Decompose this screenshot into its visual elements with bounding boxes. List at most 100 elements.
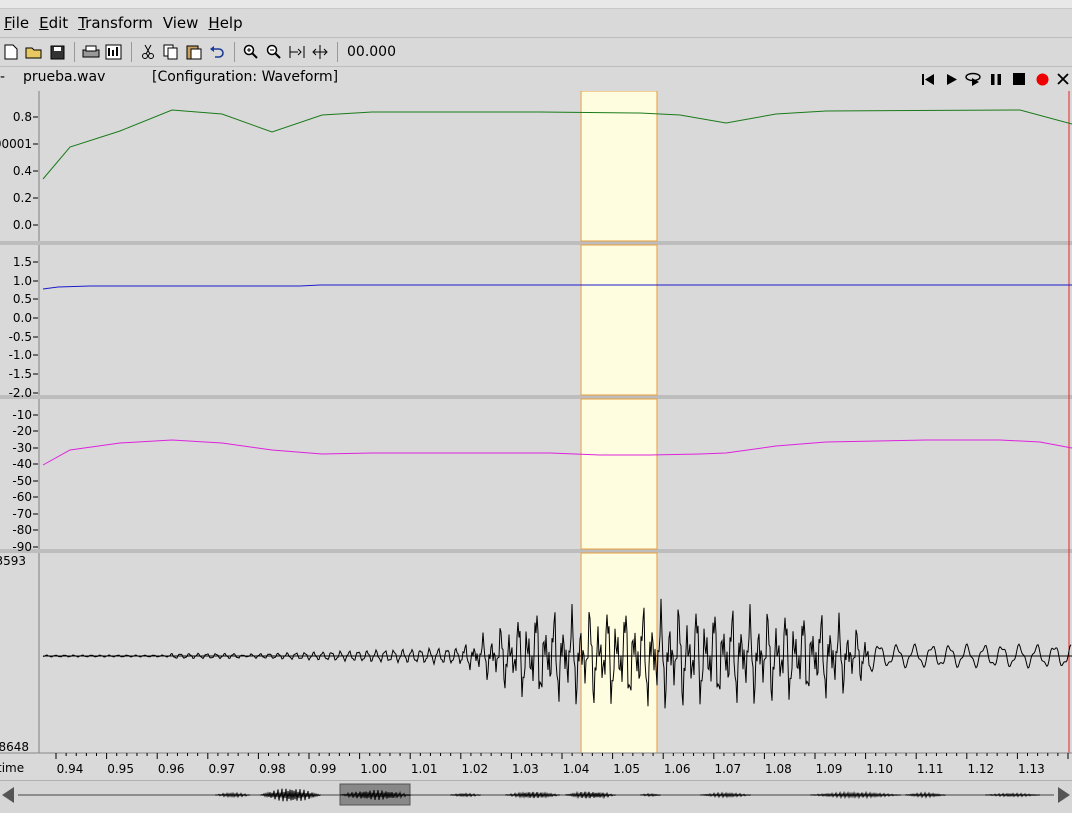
window-top-strip	[0, 0, 1072, 9]
record-icon[interactable]	[1033, 69, 1051, 89]
time-tick-label: 1.13	[1018, 762, 1045, 776]
toolbar-separator	[74, 42, 75, 62]
paste-icon[interactable]	[183, 41, 205, 63]
overview-track	[2, 783, 1070, 806]
overview-wave-segment	[565, 790, 616, 800]
scroll-right-arrow[interactable]	[1058, 787, 1070, 803]
time-tick-label: 0.95	[107, 762, 134, 776]
zoom-out-icon[interactable]	[263, 41, 285, 63]
time-tick-label: 0.99	[310, 762, 337, 776]
y-tick-label: 0.2	[13, 191, 32, 205]
time-tick-label: 0.96	[158, 762, 185, 776]
time-axis-label: time	[0, 761, 24, 775]
overview-wave-segment	[505, 791, 561, 799]
y-tick-label: 0.0	[13, 311, 32, 325]
zoom-in-icon[interactable]	[240, 41, 262, 63]
y-tick-label: 0.0	[13, 218, 32, 232]
time-tick-label: 1.11	[917, 762, 944, 776]
stop-icon[interactable]	[1010, 69, 1028, 89]
y-tick-label: -30	[12, 441, 32, 455]
properties-icon[interactable]	[103, 41, 125, 63]
menu-bar: File Edit Transform View Help	[0, 9, 1072, 38]
menu-edit[interactable]: Edit	[35, 9, 74, 37]
overview-wave-segment	[450, 792, 481, 798]
time-tick-label: 1.09	[816, 762, 843, 776]
toolbar: 00.000	[0, 38, 1072, 67]
y-tick-label: -40	[12, 457, 32, 471]
panel-2-background	[0, 245, 1072, 395]
time-tick-label: 0.94	[57, 762, 84, 776]
zoom-selection-icon[interactable]	[309, 41, 331, 63]
panel-divider	[0, 395, 1072, 399]
overview-wave-segment	[700, 791, 751, 799]
time-tick-label: 1.01	[411, 762, 438, 776]
panel-4-background	[0, 553, 1072, 753]
file-name-label[interactable]: prueba.wav	[23, 69, 105, 85]
toolbar-separator	[234, 42, 235, 62]
panel-3-background	[0, 399, 1072, 549]
waveform-min-label: -8648	[0, 740, 29, 754]
overview-wave-segment	[215, 791, 251, 799]
close-icon[interactable]	[1054, 69, 1072, 89]
open-folder-icon[interactable]	[23, 41, 45, 63]
menu-file[interactable]: File	[0, 9, 35, 37]
time-tick-label: 1.06	[664, 762, 691, 776]
menu-help[interactable]: Help	[204, 9, 248, 37]
y-tick-label: 0.5	[13, 292, 32, 306]
y-tick-label: -60	[12, 490, 32, 504]
selection-region	[580, 398, 658, 550]
overview-wave-segment	[810, 790, 901, 800]
cut-icon[interactable]	[137, 41, 159, 63]
time-tick-label: 1.10	[866, 762, 893, 776]
panel-divider	[0, 549, 1072, 553]
time-tick-label: 1.08	[765, 762, 792, 776]
y-tick-label: 1.0	[13, 274, 32, 288]
copy-icon[interactable]	[160, 41, 182, 63]
y-tick-label: 0.8	[13, 110, 32, 124]
panel-1-background	[0, 91, 1072, 241]
undo-icon[interactable]	[206, 41, 228, 63]
time-tick-label: 1.02	[461, 762, 488, 776]
toolbar-separator	[337, 42, 338, 62]
configuration-label: [Configuration: Waveform]	[152, 69, 339, 85]
y-tick-label: -90	[12, 540, 32, 554]
time-tick-label: 0.98	[259, 762, 286, 776]
time-readout: 00.000	[347, 44, 396, 60]
y-tick-label: -2.0	[9, 386, 32, 400]
y-tick-label: 00001	[0, 137, 32, 151]
panel-divider	[0, 241, 1072, 245]
time-tick-label: 1.12	[967, 762, 994, 776]
pause-icon[interactable]	[987, 69, 1005, 89]
print-icon[interactable]	[80, 41, 102, 63]
time-tick-label: 1.07	[714, 762, 741, 776]
y-tick-label: 1.5	[13, 255, 32, 269]
signal-panels[interactable]: 0.8 00001 0.4 0.2 0.0 1.5 1.0 0.5 0.0 -0.5 -1.0 -1.…	[0, 91, 1072, 780]
time-tick-label: 1.05	[613, 762, 640, 776]
play-icon[interactable]	[942, 69, 960, 89]
toolbar-separator	[131, 42, 132, 62]
new-file-icon[interactable]	[0, 41, 22, 63]
y-tick-label: -0.5	[9, 330, 32, 344]
time-tick-label: 1.04	[563, 762, 590, 776]
overview-wave-segment	[905, 791, 946, 799]
scroll-left-arrow[interactable]	[2, 787, 14, 803]
file-tab-bar: - prueba.wav [Configuration: Waveform]	[0, 67, 1072, 92]
y-tick-label: -80	[12, 523, 32, 537]
zoom-fit-icon[interactable]	[286, 41, 308, 63]
time-tick-label: 1.00	[360, 762, 387, 776]
overview-wave-segment	[260, 788, 321, 802]
loop-play-icon[interactable]	[963, 69, 985, 89]
menu-transform[interactable]: Transform	[74, 9, 159, 37]
y-tick-label: -10	[12, 408, 32, 422]
y-tick-label: -20	[12, 424, 32, 438]
skip-to-start-icon[interactable]	[919, 69, 937, 89]
y-tick-label: -70	[12, 507, 32, 521]
overview-wave-segment	[640, 792, 661, 798]
menu-view[interactable]: View	[159, 9, 205, 37]
y-tick-label: -1.0	[9, 348, 32, 362]
overview-wave-segment	[985, 792, 1041, 798]
y-tick-label: -50	[12, 474, 32, 488]
save-icon[interactable]	[46, 41, 68, 63]
time-tick-label: 0.97	[208, 762, 235, 776]
overview-scrollbar[interactable]	[0, 780, 1072, 809]
